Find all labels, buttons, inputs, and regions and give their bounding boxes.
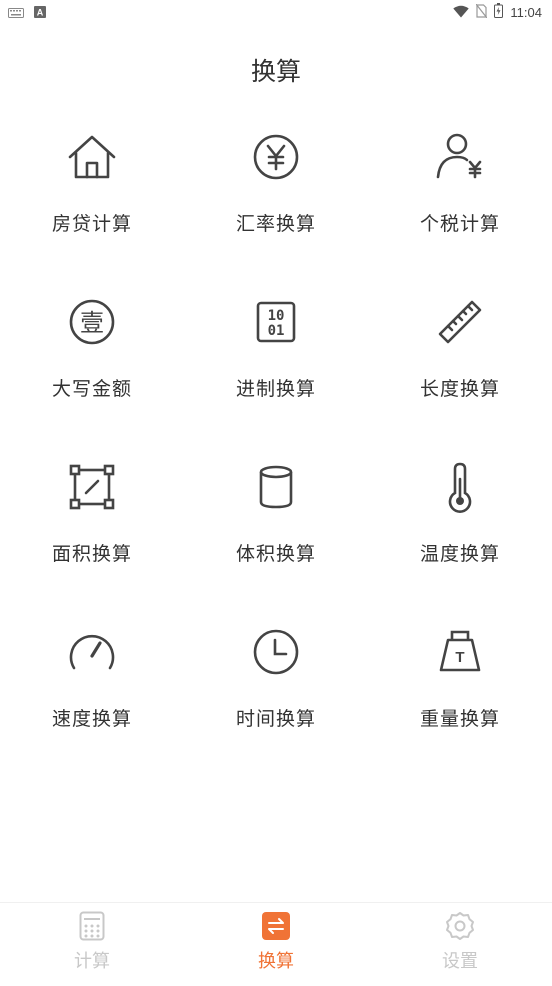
tool-label: 时间换算 [235,708,316,730]
convert-icon [261,911,291,941]
wifi-icon [453,3,470,22]
ruler-icon [432,294,488,350]
chinese-numeral-icon: 壹 [64,294,120,350]
weight-icon: T [432,624,488,680]
tool-label: 个税计算 [419,213,500,235]
tab-label: 设置 [442,951,478,972]
tool-length[interactable]: 长度换算 [368,290,552,455]
calculator-icon [77,911,107,941]
tool-label: 速度换算 [51,708,132,730]
tool-base-conversion[interactable]: 10 01 进制换算 [184,290,368,455]
tool-label: 长度换算 [419,378,500,400]
tab-label: 换算 [258,951,294,972]
binary-bottom-glyph: 01 [268,323,285,339]
tool-temperature[interactable]: 温度换算 [368,455,552,620]
speedometer-icon [64,624,120,680]
tab-settings[interactable]: 设置 [368,903,552,986]
no-sim-icon [475,3,488,22]
chinese-numeral-glyph: 壹 [80,309,104,337]
tool-grid: 房贷计算 汇率换算 个税计算 壹 大写金额 10 01 进制换算 长度换算 面积… [0,125,552,785]
tool-label: 房贷计算 [51,213,132,235]
tool-label: 体积换算 [235,543,316,565]
area-icon [64,459,120,515]
binary-icon: 10 01 [248,294,304,350]
clock-icon [248,624,304,680]
bottom-tab-bar: 计算 换算 设置 [0,902,552,986]
thermometer-icon [432,459,488,515]
keyboard-icon [8,3,24,22]
tool-label: 进制换算 [235,378,316,400]
weight-letter-glyph: T [455,649,464,666]
tool-label: 汇率换算 [235,213,316,235]
house-icon [64,129,120,185]
person-yen-icon [432,129,488,185]
tool-label: 大写金额 [51,378,132,400]
page-title: 换算 [250,57,301,86]
tool-label: 面积换算 [51,543,132,565]
tab-calculate[interactable]: 计算 [0,903,184,986]
svg-text:A: A [37,7,44,17]
tool-label: 重量换算 [419,708,500,730]
a-badge-icon: A [34,3,46,22]
tab-convert[interactable]: 换算 [184,903,368,986]
cylinder-icon [248,459,304,515]
tool-weight[interactable]: T 重量换算 [368,620,552,785]
tool-exchange-rate[interactable]: 汇率换算 [184,125,368,290]
status-time: 11:04 [510,4,542,20]
tool-speed[interactable]: 速度换算 [0,620,184,785]
battery-icon [494,2,504,22]
tool-label: 温度换算 [419,543,500,565]
tool-mortgage[interactable]: 房贷计算 [0,125,184,290]
tool-volume[interactable]: 体积换算 [184,455,368,620]
tab-label: 计算 [74,951,110,972]
binary-top-glyph: 10 [268,308,285,324]
tool-income-tax[interactable]: 个税计算 [368,125,552,290]
status-bar: A 11:04 [0,0,552,24]
yen-circle-icon [248,129,304,185]
tool-time[interactable]: 时间换算 [184,620,368,785]
gear-icon [445,911,475,941]
tool-area[interactable]: 面积换算 [0,455,184,620]
tool-capital-amount[interactable]: 壹 大写金额 [0,290,184,455]
